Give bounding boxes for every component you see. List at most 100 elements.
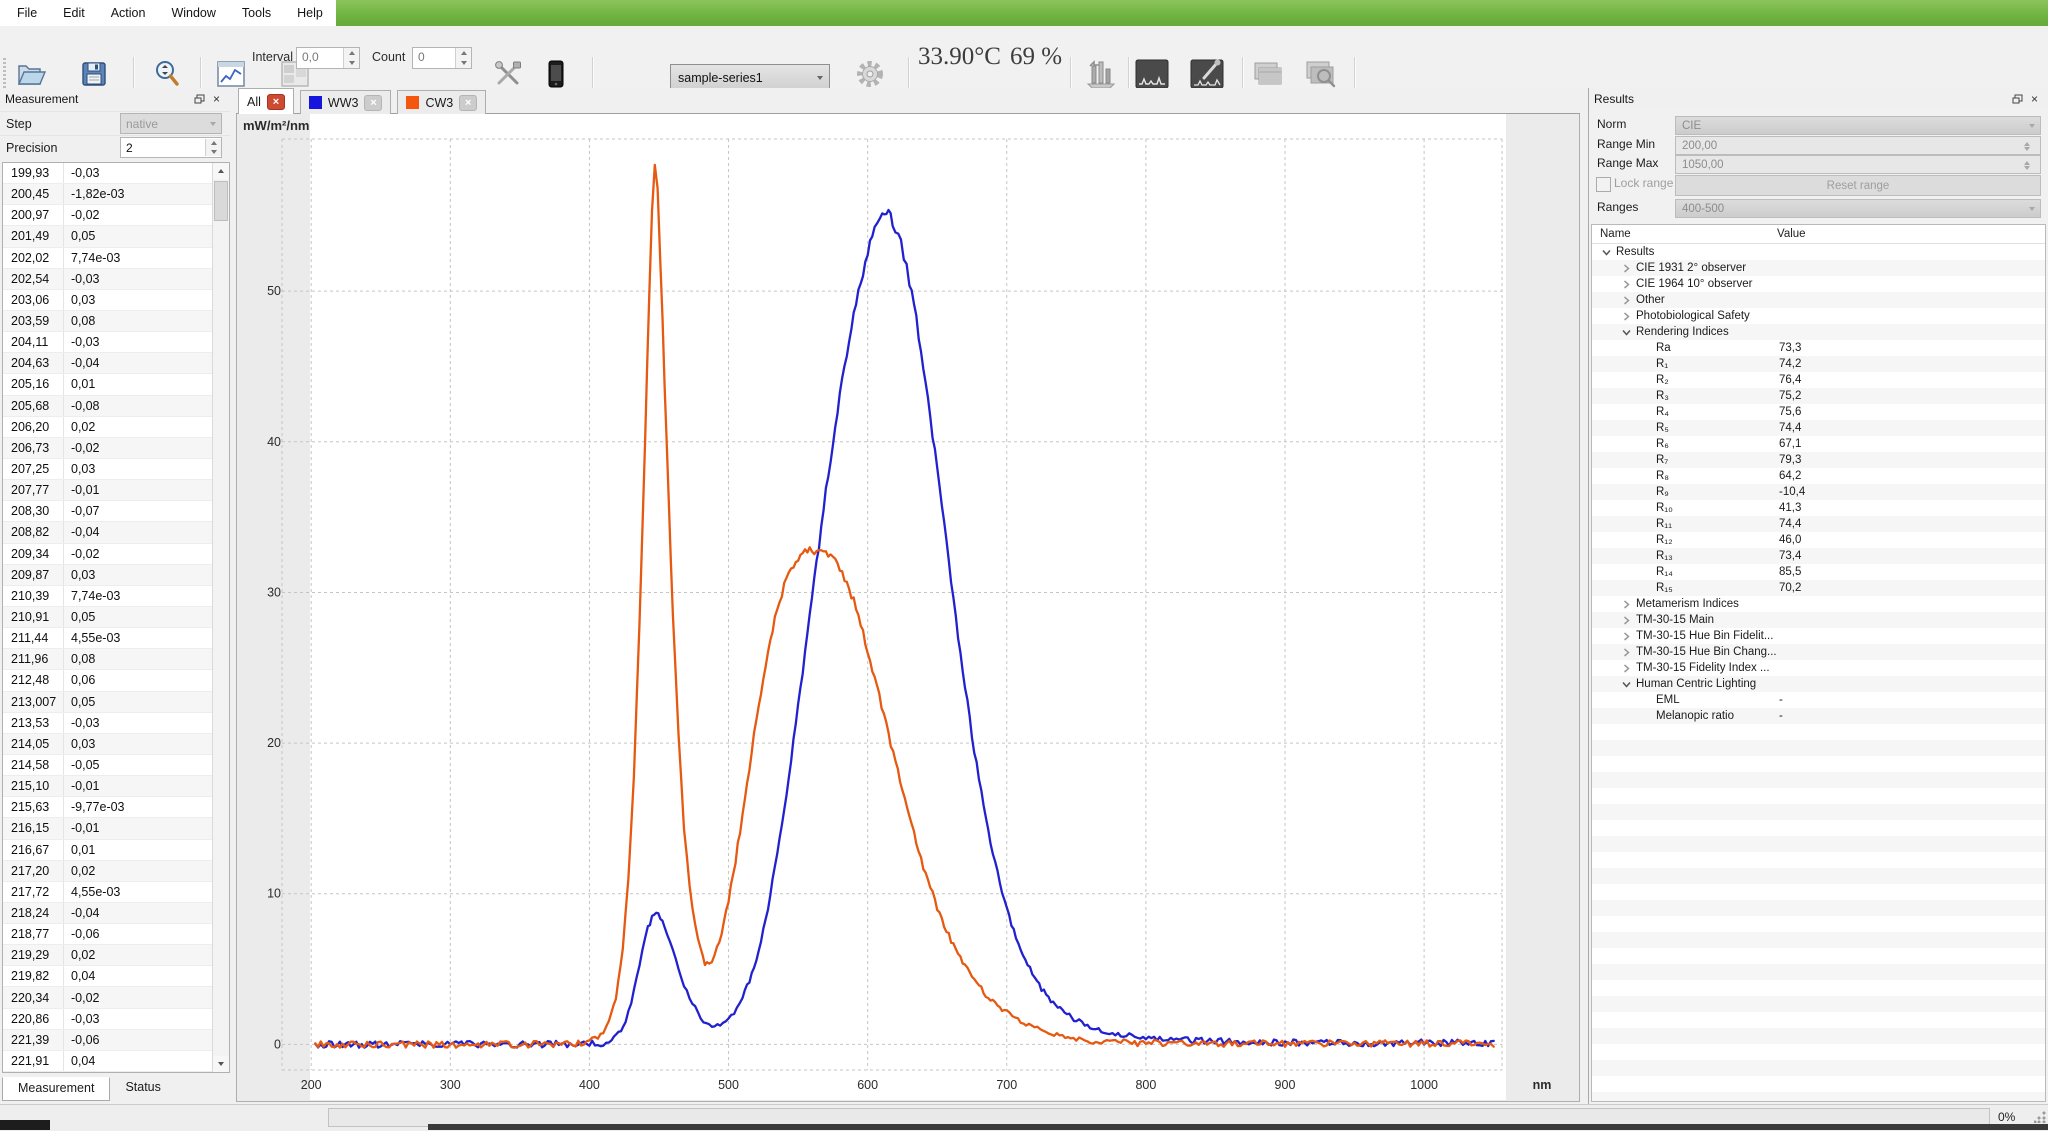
tree-row-cie-1964-10-observer[interactable]: CIE 1964 10° observer <box>1592 276 2045 292</box>
interval-spin-buttons[interactable] <box>343 48 359 68</box>
tree-row-other[interactable]: Other <box>1592 292 2045 308</box>
tree-row-r[interactable]: R₁₁74,4 <box>1592 516 2045 532</box>
tree-row-r[interactable]: R₈64,2 <box>1592 468 2045 484</box>
reset-range-button[interactable]: Reset range <box>1675 175 2041 196</box>
table-row[interactable]: 211,444,55e-03 <box>3 628 212 649</box>
table-row[interactable]: 214,58-0,05 <box>3 755 212 776</box>
count-spin-buttons[interactable] <box>455 48 471 68</box>
tree-row-melanopic-ratio[interactable]: Melanopic ratio- <box>1592 708 2045 724</box>
tree-row-tm-30-15-hue-bin-fidelit[interactable]: TM-30-15 Hue Bin Fidelit... <box>1592 628 2045 644</box>
tab-measurement[interactable]: Measurement <box>2 1077 110 1101</box>
tree-row-human-centric-lighting[interactable]: Human Centric Lighting <box>1592 676 2045 692</box>
tree-row-metamerism-indices[interactable]: Metamerism Indices <box>1592 596 2045 612</box>
interval-input[interactable]: 0,0 <box>296 47 360 69</box>
tree-row-r[interactable]: R₁₅70,2 <box>1592 580 2045 596</box>
menu-item-edit[interactable]: Edit <box>50 0 98 26</box>
chart-tab-cw3[interactable]: CW3× <box>397 90 486 114</box>
table-row[interactable]: 206,200,02 <box>3 417 212 438</box>
range-max-input[interactable]: 1050,00 <box>1675 155 2041 174</box>
tree-row-r[interactable]: R₃75,2 <box>1592 388 2045 404</box>
table-row[interactable]: 219,820,04 <box>3 966 212 987</box>
float-panel-icon[interactable] <box>2009 92 2026 107</box>
table-scrollbar[interactable] <box>212 163 229 1072</box>
collapse-icon[interactable] <box>1620 680 1632 689</box>
precision-input[interactable]: 2 <box>120 137 222 158</box>
expand-icon[interactable] <box>1620 632 1632 641</box>
tree-row-tm-30-15-hue-bin-chang[interactable]: TM-30-15 Hue Bin Chang... <box>1592 644 2045 660</box>
table-row[interactable]: 216,15-0,01 <box>3 818 212 839</box>
tree-row-r[interactable]: R₁₂46,0 <box>1592 532 2045 548</box>
tree-row-r[interactable]: R₂76,4 <box>1592 372 2045 388</box>
table-row[interactable]: 220,34-0,02 <box>3 987 212 1008</box>
tab-status[interactable]: Status <box>110 1077 175 1101</box>
spin-buttons[interactable] <box>2024 159 2040 170</box>
menu-item-action[interactable]: Action <box>98 0 159 26</box>
tree-row-ra[interactable]: Ra73,3 <box>1592 340 2045 356</box>
table-row[interactable]: 203,060,03 <box>3 290 212 311</box>
table-row[interactable]: 221,39-0,06 <box>3 1030 212 1051</box>
scroll-down-icon[interactable] <box>213 1056 229 1072</box>
table-row[interactable]: 201,490,05 <box>3 226 212 247</box>
lock-range-checkbox[interactable] <box>1596 177 1611 192</box>
tree-row-r[interactable]: R₄75,6 <box>1592 404 2045 420</box>
table-row[interactable]: 210,397,74e-03 <box>3 586 212 607</box>
tree-row-photobiological-safety[interactable]: Photobiological Safety <box>1592 308 2045 324</box>
tree-row-rendering-indices[interactable]: Rendering Indices <box>1592 324 2045 340</box>
resize-grip[interactable] <box>2034 1111 2046 1123</box>
table-row[interactable]: 204,11-0,03 <box>3 332 212 353</box>
close-tab-icon[interactable]: × <box>267 94 285 110</box>
tree-row-eml[interactable]: EML- <box>1592 692 2045 708</box>
expand-icon[interactable] <box>1620 264 1632 273</box>
expand-icon[interactable] <box>1620 664 1632 673</box>
expand-icon[interactable] <box>1620 616 1632 625</box>
expand-icon[interactable] <box>1620 648 1632 657</box>
table-row[interactable]: 200,45-1,82e-03 <box>3 184 212 205</box>
chart-tab-all[interactable]: All× <box>238 88 294 114</box>
tree-row-r[interactable]: R₁₀41,3 <box>1592 500 2045 516</box>
table-row[interactable]: 208,30-0,07 <box>3 501 212 522</box>
spin-buttons[interactable] <box>2024 140 2040 151</box>
chart-tab-ww3[interactable]: WW3× <box>300 90 392 114</box>
expand-icon[interactable] <box>1620 600 1632 609</box>
tree-row-r[interactable]: R₆67,1 <box>1592 436 2045 452</box>
table-row[interactable]: 206,73-0,02 <box>3 438 212 459</box>
table-row[interactable]: 203,590,08 <box>3 311 212 332</box>
float-panel-icon[interactable] <box>191 92 208 107</box>
table-row[interactable]: 208,82-0,04 <box>3 522 212 543</box>
table-row[interactable]: 216,670,01 <box>3 840 212 861</box>
close-tab-icon[interactable]: × <box>364 95 382 111</box>
range-min-input[interactable]: 200,00 <box>1675 136 2041 155</box>
collapse-icon[interactable] <box>1620 328 1632 337</box>
table-row[interactable]: 205,160,01 <box>3 374 212 395</box>
tree-row-tm-30-15-main[interactable]: TM-30-15 Main <box>1592 612 2045 628</box>
tree-row-r[interactable]: R₇79,3 <box>1592 452 2045 468</box>
table-row[interactable]: 210,910,05 <box>3 607 212 628</box>
table-row[interactable]: 204,63-0,04 <box>3 353 212 374</box>
norm-select[interactable]: CIE <box>1675 116 2041 135</box>
menu-item-file[interactable]: File <box>4 0 50 26</box>
tree-row-r[interactable]: R₅74,4 <box>1592 420 2045 436</box>
ranges-select[interactable]: 400-500 <box>1675 199 2041 218</box>
table-row[interactable]: 220,86-0,03 <box>3 1009 212 1030</box>
menu-item-help[interactable]: Help <box>284 0 336 26</box>
expand-icon[interactable] <box>1620 296 1632 305</box>
expand-icon[interactable] <box>1620 312 1632 321</box>
table-row[interactable]: 218,77-0,06 <box>3 924 212 945</box>
table-row[interactable]: 211,960,08 <box>3 649 212 670</box>
close-panel-icon[interactable]: × <box>2026 92 2043 107</box>
count-input[interactable]: 0 <box>412 47 472 69</box>
table-row[interactable]: 207,77-0,01 <box>3 480 212 501</box>
table-row[interactable]: 215,10-0,01 <box>3 776 212 797</box>
table-row[interactable]: 217,200,02 <box>3 861 212 882</box>
table-row[interactable]: 217,724,55e-03 <box>3 882 212 903</box>
table-row[interactable]: 202,54-0,03 <box>3 269 212 290</box>
table-row[interactable]: 200,97-0,02 <box>3 205 212 226</box>
tree-row-r[interactable]: R₁74,2 <box>1592 356 2045 372</box>
scroll-up-icon[interactable] <box>213 163 229 179</box>
table-row[interactable]: 213,53-0,03 <box>3 713 212 734</box>
close-panel-icon[interactable]: × <box>208 92 225 107</box>
collapse-icon[interactable] <box>1600 248 1612 257</box>
table-row[interactable]: 205,68-0,08 <box>3 396 212 417</box>
tree-row-cie-1931-2-observer[interactable]: CIE 1931 2° observer <box>1592 260 2045 276</box>
table-row[interactable]: 209,34-0,02 <box>3 544 212 565</box>
